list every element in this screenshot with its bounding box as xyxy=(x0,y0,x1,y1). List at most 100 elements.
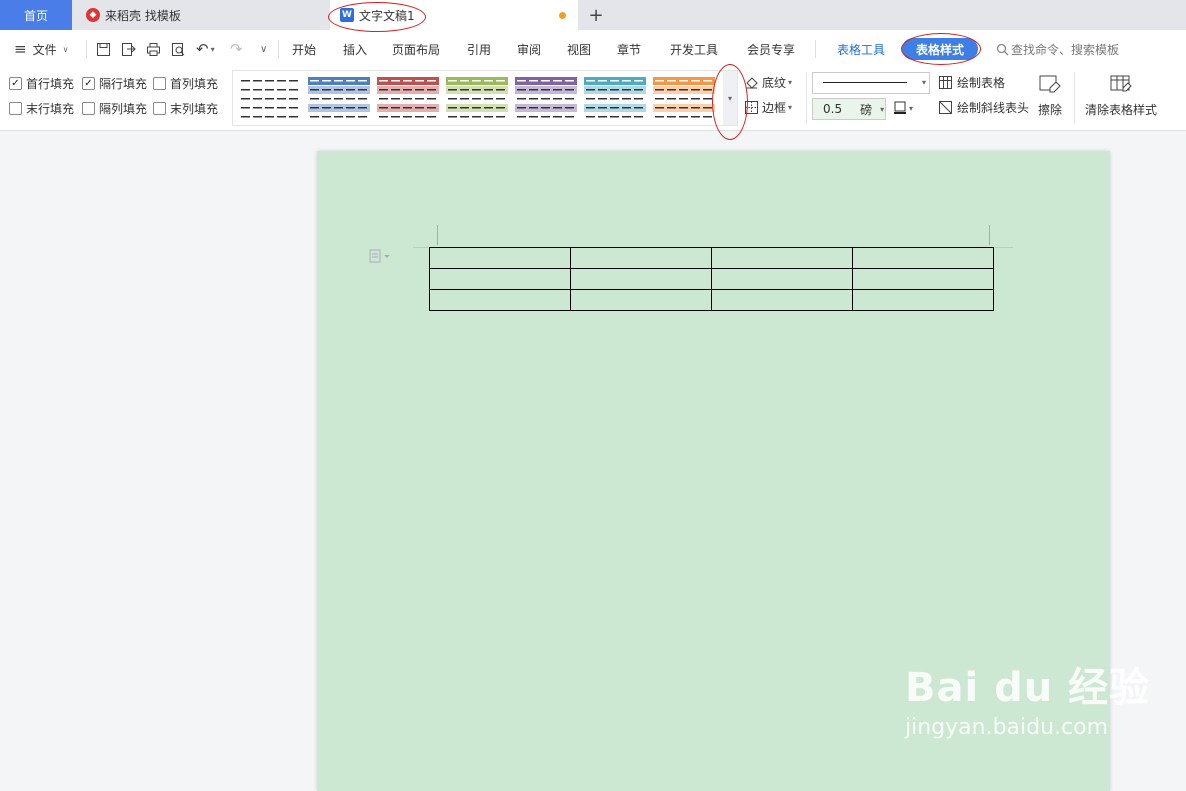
table-style-swatch[interactable] xyxy=(377,77,439,121)
quick-access-more-icon[interactable]: ∨ xyxy=(258,30,267,68)
option-label: 首行填充 xyxy=(26,77,75,91)
shading-label: 底纹 xyxy=(762,76,787,90)
paint-bucket-icon xyxy=(746,77,758,89)
tab-chapter[interactable]: 章节 xyxy=(617,30,641,68)
eraser-icon xyxy=(1039,75,1061,93)
draw-table-button[interactable]: 绘制表格 xyxy=(938,74,1005,91)
table-cell[interactable] xyxy=(852,247,994,269)
divider xyxy=(86,40,87,58)
option-label: 末行填充 xyxy=(26,102,75,116)
draw-table-label: 绘制表格 xyxy=(957,76,1006,90)
table-cell[interactable] xyxy=(711,268,853,290)
table-cell[interactable] xyxy=(429,268,571,290)
table-cell[interactable] xyxy=(852,268,994,290)
draw-table-icon xyxy=(939,76,952,89)
table-cell[interactable] xyxy=(429,289,571,311)
watermark-brand: Bai du 经验 xyxy=(905,665,1151,711)
paste-options-icon[interactable] xyxy=(369,249,391,266)
table-row xyxy=(429,268,994,290)
border-button[interactable]: 边框 ▾ xyxy=(744,99,792,116)
unsaved-dot-icon xyxy=(559,12,566,19)
divider xyxy=(806,72,807,124)
tab-home[interactable]: 首页 xyxy=(0,0,72,30)
table-row xyxy=(429,247,994,269)
tab-start[interactable]: 开始 xyxy=(292,30,316,68)
watermark-url: jingyan.baidu.com xyxy=(905,715,1109,740)
table-cell[interactable] xyxy=(570,268,712,290)
print-preview-icon[interactable] xyxy=(171,30,186,68)
tab-view[interactable]: 视图 xyxy=(567,30,591,68)
table-style-swatch[interactable] xyxy=(653,77,715,121)
clear-style-icon xyxy=(1110,75,1132,92)
document-table[interactable] xyxy=(429,247,994,311)
export-pdf-icon[interactable] xyxy=(121,30,136,68)
option-header-row[interactable]: ✓ 首行填充 xyxy=(9,75,74,92)
table-style-swatch[interactable] xyxy=(446,77,508,121)
table-cell[interactable] xyxy=(429,247,571,269)
tab-table-style[interactable]: 表格样式 xyxy=(902,38,978,60)
tab-docer[interactable]: ◆ 来稻壳 找模板 xyxy=(74,0,328,30)
file-menu[interactable]: ≡ 文件 ∨ xyxy=(14,30,68,68)
table-cell[interactable] xyxy=(711,247,853,269)
tab-references[interactable]: 引用 xyxy=(467,30,491,68)
tab-review[interactable]: 审阅 xyxy=(517,30,541,68)
clear-table-style-button[interactable]: 清除表格样式 xyxy=(1085,74,1157,118)
option-label: 末列填充 xyxy=(170,102,219,116)
option-first-column[interactable]: 首列填充 xyxy=(153,75,218,92)
border-label: 边框 xyxy=(762,101,787,115)
add-tab-button[interactable]: + xyxy=(586,4,606,26)
checkbox-icon: ✓ xyxy=(9,77,22,90)
table-style-swatch[interactable] xyxy=(584,77,646,121)
table-style-swatch[interactable] xyxy=(239,77,301,121)
redo-icon[interactable]: ↷ xyxy=(230,30,243,68)
tab-insert[interactable]: 插入 xyxy=(343,30,367,68)
divider xyxy=(1074,72,1075,124)
line-style-dropdown[interactable]: ▾ xyxy=(812,72,930,94)
option-banded-columns[interactable]: 隔列填充 xyxy=(82,100,147,117)
gallery-more-button[interactable]: ▾ xyxy=(723,71,737,125)
hamburger-icon: ≡ xyxy=(14,40,27,58)
tab-table-tools[interactable]: 表格工具 xyxy=(837,30,885,68)
option-total-row[interactable]: 末行填充 xyxy=(9,100,74,117)
shading-button[interactable]: 底纹 ▾ xyxy=(744,74,792,91)
tab-member[interactable]: 会员专享 xyxy=(747,30,795,68)
checkbox-icon xyxy=(153,77,166,90)
baidu-jingyan-watermark: Bai du 经验 jingyan.baidu.com xyxy=(905,655,1150,740)
table-cell[interactable] xyxy=(711,289,853,311)
docer-logo-icon: ◆ xyxy=(86,8,100,22)
clear-style-label: 清除表格样式 xyxy=(1085,103,1158,117)
print-icon[interactable] xyxy=(146,30,161,68)
option-banded-rows[interactable]: ✓ 隔行填充 xyxy=(82,75,147,92)
line-width-dropdown[interactable]: 0.5 磅 ▾ xyxy=(812,98,886,120)
option-label: 隔行填充 xyxy=(99,77,148,91)
tab-document[interactable]: W 文字文稿1 xyxy=(330,0,578,30)
border-icon xyxy=(745,101,758,114)
tab-document-label: 文字文稿1 xyxy=(359,8,415,23)
divider xyxy=(815,40,816,58)
line-width-unit: 磅 xyxy=(860,102,873,117)
diagonal-header-icon xyxy=(939,101,952,114)
table-style-swatch[interactable] xyxy=(515,77,577,121)
table-style-swatch[interactable] xyxy=(308,77,370,121)
divider xyxy=(278,40,279,58)
undo-icon[interactable]: ↶ ▾ xyxy=(196,30,215,68)
pen-color-icon xyxy=(894,101,906,114)
search-command-label: 查找命令、搜索模板 xyxy=(1011,42,1120,57)
pen-color-button[interactable]: ▾ xyxy=(893,101,913,115)
erase-button[interactable]: 擦除 xyxy=(1038,74,1062,118)
search-command[interactable]: 查找命令、搜索模板 xyxy=(996,30,1119,68)
checkbox-icon xyxy=(9,102,22,115)
tab-page-layout[interactable]: 页面布局 xyxy=(392,30,440,68)
menu-bar: ≡ 文件 ∨ ↶ ▾ ↷ ∨ 开始 插入 页面布局 引用 审阅 视图 章节 开发工… xyxy=(0,30,1186,68)
line-width-value: 0.5 xyxy=(823,102,843,116)
draw-diagonal-header-button[interactable]: 绘制斜线表头 xyxy=(938,99,1029,116)
margin-marker xyxy=(989,225,990,245)
option-label: 首列填充 xyxy=(170,77,219,91)
table-cell[interactable] xyxy=(570,247,712,269)
writer-doc-icon: W xyxy=(340,8,354,22)
save-icon[interactable] xyxy=(96,30,111,68)
table-cell[interactable] xyxy=(852,289,994,311)
option-last-column[interactable]: 末列填充 xyxy=(153,100,218,117)
table-cell[interactable] xyxy=(570,289,712,311)
tab-developer[interactable]: 开发工具 xyxy=(670,30,718,68)
